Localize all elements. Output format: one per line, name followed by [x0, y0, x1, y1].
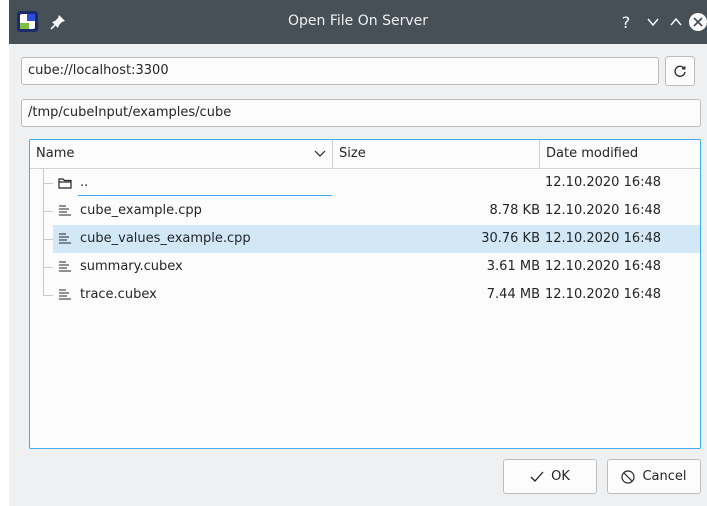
text-file-icon: [59, 289, 71, 300]
column-header-date[interactable]: Date modified: [540, 140, 700, 168]
rename-edit-underline: [78, 195, 332, 196]
file-name: cube_example.cpp: [80, 203, 202, 218]
close-icon[interactable]: [688, 12, 707, 32]
server-url-field[interactable]: cube://localhost:3300: [21, 57, 659, 85]
file-size: 8.78 KB: [489, 203, 540, 218]
file-size: 3.61 MB: [486, 259, 540, 274]
column-header-name[interactable]: Name: [30, 140, 332, 168]
title-bar[interactable]: Open File On Server ?: [9, 0, 707, 44]
tree-line: [43, 295, 53, 296]
file-date: 12.10.2020 16:48: [545, 175, 662, 190]
list-header: Name Size Date modified: [30, 140, 700, 169]
file-name: cube_values_example.cpp: [80, 231, 251, 246]
maximize-icon[interactable]: [666, 12, 686, 32]
cancel-label: Cancel: [642, 469, 687, 484]
reload-icon: [674, 65, 686, 77]
file-name: ..: [80, 175, 89, 190]
file-name: trace.cubex: [80, 287, 157, 302]
list-item[interactable]: summary.cubex 3.61 MB 12.10.2020 16:48: [30, 253, 700, 281]
file-date: 12.10.2020 16:48: [545, 231, 662, 246]
list-item[interactable]: cube_example.cpp 8.78 KB 12.10.2020 16:4…: [30, 197, 700, 225]
open-file-dialog: Open File On Server ? cube://localhost:3…: [9, 0, 707, 506]
tree-line: [43, 267, 53, 268]
text-file-icon: [59, 233, 71, 244]
file-size: 30.76 KB: [481, 231, 540, 246]
minimize-icon[interactable]: [643, 12, 663, 32]
tree-line: [43, 211, 53, 212]
file-name: summary.cubex: [80, 259, 183, 274]
folder-icon: [58, 178, 72, 189]
list-item[interactable]: trace.cubex 7.44 MB 12.10.2020 16:48: [30, 281, 700, 309]
list-item[interactable]: .. 12.10.2020 16:48: [30, 169, 700, 197]
sort-chevron-icon: [314, 150, 326, 157]
file-list[interactable]: Name Size Date modified .. 12.10.2020 16…: [29, 139, 701, 449]
tree-line: [43, 183, 53, 184]
file-size: 7.44 MB: [486, 287, 540, 302]
help-icon[interactable]: ?: [616, 12, 636, 32]
path-field[interactable]: /tmp/cubeInput/examples/cube: [21, 99, 701, 127]
cancel-button[interactable]: Cancel: [607, 459, 701, 494]
ok-label: OK: [551, 469, 570, 484]
text-file-icon: [59, 261, 71, 272]
cancel-icon: [621, 469, 636, 484]
file-date: 12.10.2020 16:48: [545, 259, 662, 274]
window-title: Open File On Server: [288, 13, 428, 29]
checkmark-icon: [530, 471, 544, 482]
file-date: 12.10.2020 16:48: [545, 203, 662, 218]
reload-button[interactable]: [665, 56, 695, 86]
ok-button[interactable]: OK: [503, 459, 597, 494]
tree-line: [43, 281, 44, 295]
tree-line: [43, 239, 53, 240]
column-header-size[interactable]: Size: [333, 140, 539, 168]
list-item-selected[interactable]: cube_values_example.cpp 30.76 KB 12.10.2…: [30, 225, 700, 253]
text-file-icon: [59, 205, 71, 216]
file-date: 12.10.2020 16:48: [545, 287, 662, 302]
